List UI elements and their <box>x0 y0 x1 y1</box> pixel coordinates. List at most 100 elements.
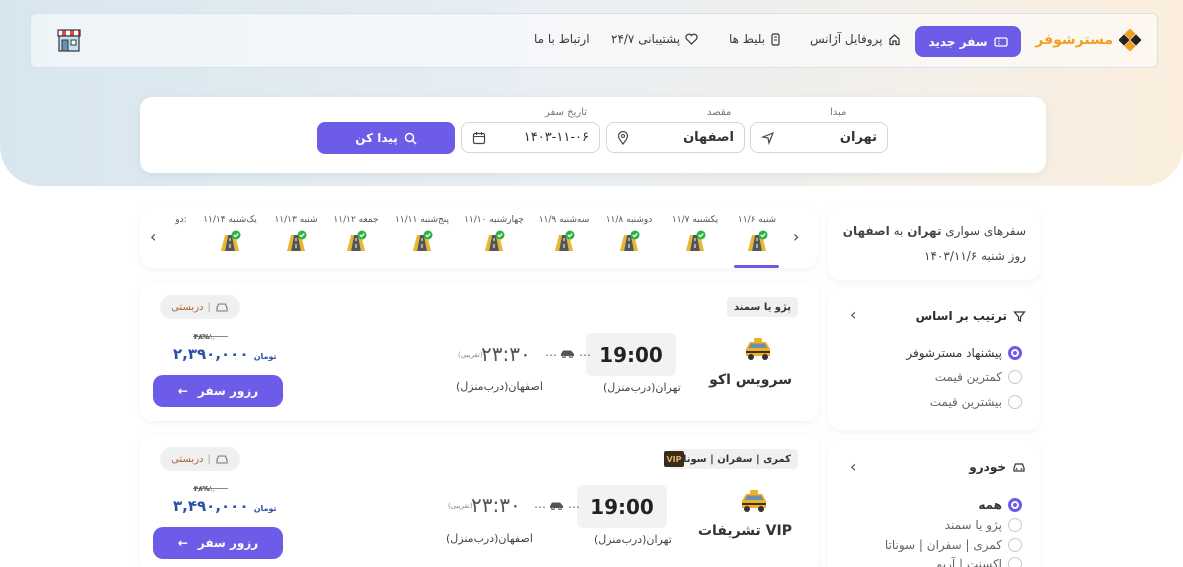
summary-date: روز شنبه ۱۴۰۳/۱۱/۶ <box>924 249 1026 263</box>
seat-icon <box>216 303 228 312</box>
taxi-icon <box>738 489 770 513</box>
nav-contact[interactable]: ارتباط با ما <box>534 32 590 46</box>
date-item[interactable]: پنج‌شنبه ۱۱/۱۱ <box>392 215 452 252</box>
reserve-button[interactable]: ← رزور سفر <box>153 375 283 407</box>
date-item[interactable]: شنبه ۱۱/۱۳ <box>266 215 326 252</box>
find-button[interactable]: پیدا کن <box>317 122 455 154</box>
sort-title-label: ترتیب بر اساس <box>915 309 1007 323</box>
nav-agency-profile-label: پروفایل آژانس <box>810 32 883 46</box>
sort-title[interactable]: ترتیب بر اساس <box>916 309 1026 323</box>
trip-tag: دربستی | <box>160 447 240 471</box>
vehicle-filter-panel: خودرو ‹ همه پژو یا سمند کمری | سفران | س… <box>828 440 1040 567</box>
sort-option[interactable]: بیشترین قیمت <box>930 395 1022 409</box>
date-item[interactable]: چهارشنبه ۱۱/۱۰ <box>464 215 524 252</box>
trip-price: تومان ۳,۴۹۰,۰۰۰ <box>173 497 281 515</box>
date-field[interactable]: ۱۴۰۳-۱۱-۰۶ <box>461 122 600 153</box>
store-icon[interactable] <box>55 27 83 55</box>
destination-label: مقصد <box>707 107 732 118</box>
search-card: مبدا تهران مقصد اصفهان تاریخ سفر ۱۴۰۳-۱۱… <box>140 97 1046 173</box>
road-check-icon <box>217 230 243 252</box>
nav-contact-label: ارتباط با ما <box>534 32 590 46</box>
arrival-time: ۲۳:۳۰ <box>481 342 531 366</box>
destination-place: اصفهان(درب‌منزل) <box>446 532 533 545</box>
nav-tickets[interactable]: بلیط ها <box>729 32 781 46</box>
date-label: تاریخ سفر <box>545 107 588 118</box>
trip-tag-label: دربستی <box>171 453 204 465</box>
date-item[interactable]: سه‌شنبه ۱۱/۹ <box>534 215 594 252</box>
origin-field[interactable]: تهران <box>750 122 888 153</box>
vehicle-option-label: کمری | سفران | سوناتا <box>884 538 1002 552</box>
seat-icon <box>216 455 228 464</box>
logo-text: مسترشوفر <box>1035 32 1113 48</box>
currency-label: تومان <box>253 504 277 513</box>
vehicle-option[interactable]: اکسنت | آریو <box>937 557 1022 567</box>
date-item[interactable]: جمعه ۱۱/۱۲ <box>326 215 386 252</box>
filter-icon <box>1013 310 1026 322</box>
arrival-time: ۲۳:۳۰ <box>471 493 521 517</box>
summary-route: سفرهای سواری تهران به اصفهان <box>843 224 1026 238</box>
price-value: ۲,۳۹۰,۰۰۰ <box>173 345 249 363</box>
sort-option-label: کمترین قیمت <box>934 370 1002 384</box>
arrival-approx-label: (تقریبی) <box>448 502 473 510</box>
heart-handshake-icon <box>685 33 698 45</box>
sort-chevron-icon[interactable]: ‹ <box>850 305 856 324</box>
vehicle-type-tag: پژو یا سمند <box>726 297 798 317</box>
route-dots: …… <box>545 345 591 359</box>
vehicle-option-label: پژو یا سمند <box>944 518 1002 532</box>
date-label: شنبه ۱۱/۶ <box>737 215 777 225</box>
chevron-left-icon[interactable]: ‹ <box>150 227 156 246</box>
sort-option-label: پیشنهاد مسترشوفر <box>906 346 1002 360</box>
date-label: یک‌شنبه ۱۱/۱۴ <box>203 215 257 225</box>
vehicle-filter-title[interactable]: خودرو <box>969 460 1026 474</box>
sort-option-label: بیشترین قیمت <box>929 395 1002 409</box>
radio <box>1008 538 1022 552</box>
road-check-icon <box>283 230 309 252</box>
sort-option[interactable]: کمترین قیمت <box>935 370 1022 384</box>
nav-agency-profile[interactable]: پروفایل آژانس <box>810 32 901 46</box>
road-check-icon <box>481 230 507 252</box>
car-small-icon <box>561 350 574 358</box>
date-item[interactable]: شنبه ۱۱/۶ <box>727 215 787 252</box>
sort-option[interactable]: پیشنهاد مسترشوفر <box>906 346 1022 360</box>
reserve-button[interactable]: ← رزور سفر <box>153 527 283 559</box>
phone-ticket-icon <box>771 32 780 46</box>
summary-prefix: سفرهای سواری <box>945 224 1026 238</box>
road-check-icon <box>343 230 369 252</box>
date-item[interactable]: دوشنبه ۱۱/۸ <box>599 215 659 252</box>
arrow-left-icon: ← <box>177 384 188 398</box>
destination-field[interactable]: اصفهان <box>606 122 745 153</box>
new-trip-button[interactable]: سفر جدید <box>915 26 1021 57</box>
vehicle-option[interactable]: کمری | سفران | سوناتا <box>885 538 1022 552</box>
destination-value: اصفهان <box>683 130 734 145</box>
road-check-icon <box>744 230 770 252</box>
origin-place: تهران(درب‌منزل) <box>603 381 681 394</box>
nav-tickets-label: بلیط ها <box>729 32 766 46</box>
arrival-approx-label: (تقریبی) <box>458 351 483 359</box>
departure-time: 19:00 <box>586 333 676 376</box>
trip-tag-label: دربستی <box>171 301 204 313</box>
radio <box>1008 518 1022 532</box>
date-item[interactable]: دو: <box>166 215 196 225</box>
road-check-icon <box>682 230 708 252</box>
navigation-arrow-icon <box>761 131 775 145</box>
road-check-icon <box>409 230 435 252</box>
taxi-icon <box>742 337 774 361</box>
date-label: سه‌شنبه ۱۱/۹ <box>538 215 590 225</box>
chevron-right-icon[interactable]: › <box>793 227 799 246</box>
logo[interactable]: مسترشوفر <box>1035 28 1142 52</box>
search-summary: سفرهای سواری تهران به اصفهان روز شنبه ۱۴… <box>828 207 1040 280</box>
vehicle-option[interactable]: همه <box>978 498 1022 512</box>
vehicle-chevron-icon[interactable]: ‹ <box>850 457 856 476</box>
date-item[interactable]: یک‌شنبه ۱۱/۱۴ <box>200 215 260 252</box>
road-check-icon <box>616 230 642 252</box>
date-item[interactable]: یکشنبه ۱۱/۷ <box>665 215 725 252</box>
date-label: یکشنبه ۱۱/۷ <box>671 215 719 225</box>
radio-selected <box>1008 498 1022 512</box>
vehicle-option[interactable]: پژو یا سمند <box>945 518 1022 532</box>
vehicle-type-tag: کمری | سفران | سوناتا <box>668 449 798 469</box>
price-value: ۳,۴۹۰,۰۰۰ <box>173 497 249 515</box>
nav-support[interactable]: پشتیبانی ۲۴/۷ <box>611 32 698 46</box>
vehicle-filter-title-label: خودرو <box>969 460 1006 474</box>
trip-tag: دربستی | <box>160 295 240 319</box>
reserve-label: رزور سفر <box>197 536 259 550</box>
